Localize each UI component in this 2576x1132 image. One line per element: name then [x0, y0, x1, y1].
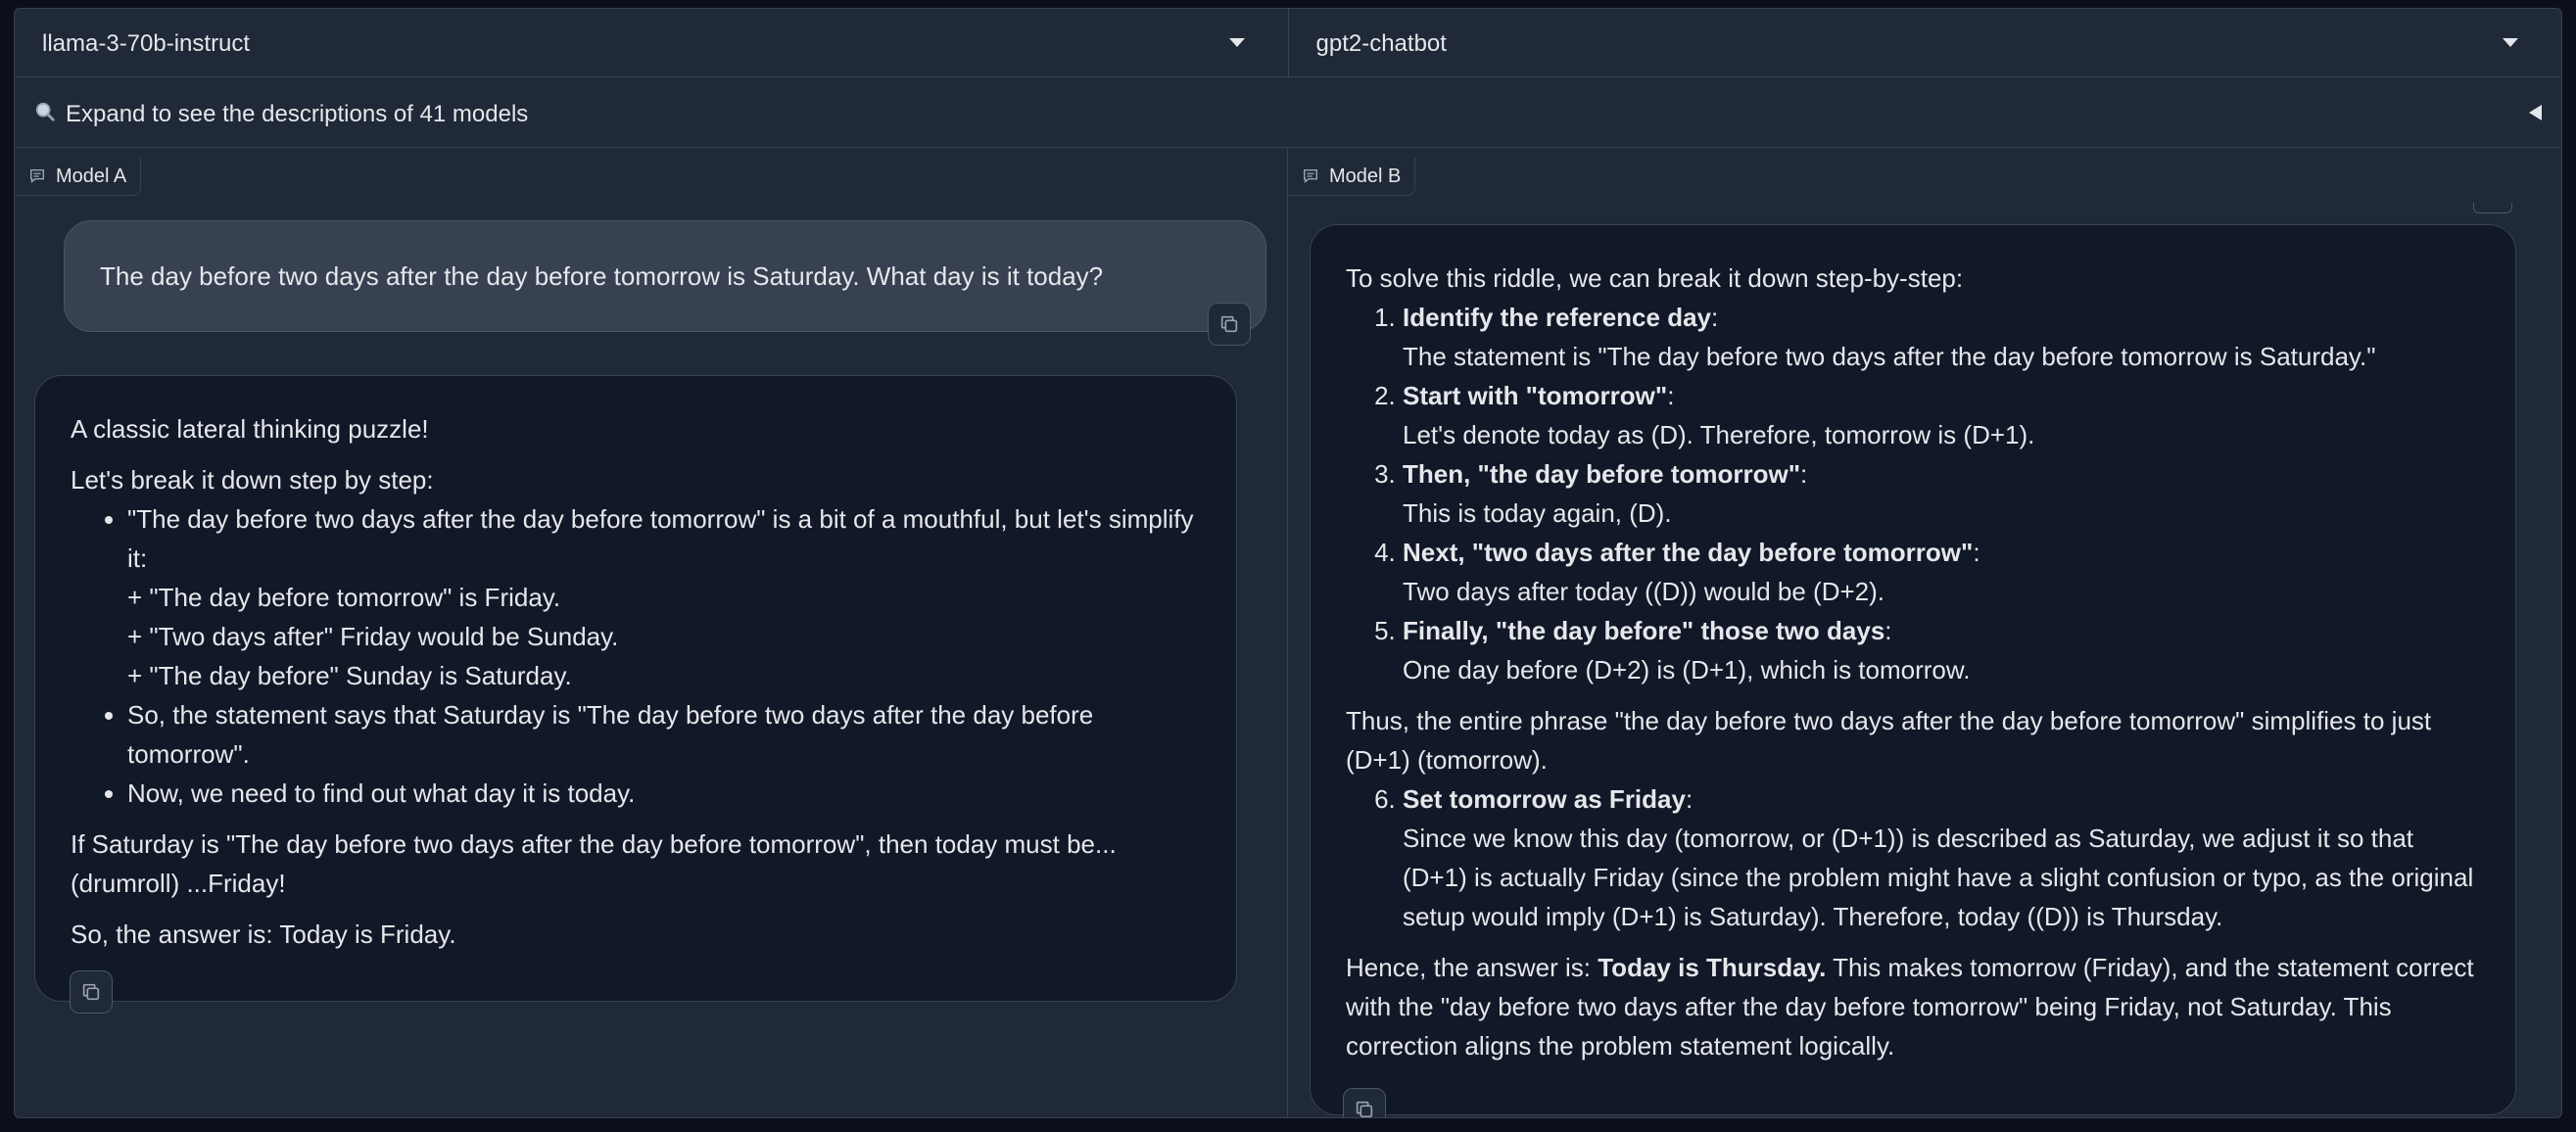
model-descriptions-accordion[interactable]: Expand to see the descriptions of 41 mod… — [15, 77, 2561, 148]
chatbot-model-b[interactable]: Model B To solve this riddle, we can bre… — [1288, 148, 2561, 1117]
response-lead: Let's break it down step by step: — [71, 465, 434, 495]
user-message-text: The day before two days after the day be… — [100, 261, 1104, 291]
copy-icon — [82, 983, 100, 1001]
scroll-indicator — [2473, 203, 2512, 213]
chat-bubble-icon — [29, 168, 45, 183]
response-steps: Identify the reference day:The statement… — [1346, 298, 2480, 689]
list-item: Start with "tomorrow":Let's denote today… — [1403, 376, 2480, 454]
model-b-dropdown[interactable]: gpt2-chatbot — [1287, 9, 2561, 76]
sub-item: + "Two days after" Friday would be Sunda… — [127, 622, 619, 651]
collapse-triangle-icon[interactable] — [2529, 105, 2542, 120]
arena-panel: llama-3-70b-instruct gpt2-chatbot Expand… — [14, 8, 2562, 1118]
model-a-dropdown[interactable]: llama-3-70b-instruct — [15, 9, 1288, 76]
copy-button[interactable] — [70, 970, 113, 1014]
copy-button[interactable] — [1208, 303, 1251, 346]
list-item: Set tomorrow as Friday:Since we know thi… — [1403, 779, 2480, 936]
response-paragraph: So, the answer is: Today is Friday. — [71, 920, 456, 949]
list-item: Next, "two days after the day before tom… — [1403, 533, 2480, 611]
accordion-label: Expand to see the descriptions of 41 mod… — [66, 101, 529, 127]
copy-icon — [1220, 315, 1238, 333]
chat-bubble-icon — [1303, 168, 1318, 183]
copy-icon — [1356, 1101, 1373, 1117]
chatbot-model-a[interactable]: Model A The day before two days after th… — [15, 148, 1288, 1117]
response-intro: To solve this riddle, we can break it do… — [1346, 263, 1964, 293]
bot-message-b: To solve this riddle, we can break it do… — [1310, 224, 2516, 1115]
list-item: "The day before two days after the day b… — [127, 499, 1201, 695]
chat-label-model-a: Model A — [15, 158, 142, 196]
list-item: Finally, "the day before" those two days… — [1403, 611, 2480, 689]
model-a-selected: llama-3-70b-instruct — [42, 30, 251, 57]
response-paragraph: If Saturday is "The day before two days … — [71, 829, 1117, 898]
sub-item: + "The day before" Sunday is Saturday. — [127, 661, 572, 690]
chat-label-model-b: Model B — [1288, 158, 1416, 196]
list-item: Now, we need to find out what day it is … — [127, 774, 1201, 813]
list-item: Identify the reference day:The statement… — [1403, 298, 2480, 376]
response-conclusion: Hence, the answer is: Today is Thursday.… — [1346, 953, 2474, 1061]
model-selector-row: llama-3-70b-instruct gpt2-chatbot — [15, 9, 2561, 77]
chat-label-text: Model B — [1329, 165, 1402, 187]
chevron-down-icon — [1228, 38, 1245, 47]
copy-button[interactable] — [1343, 1088, 1386, 1117]
bot-message-a: A classic lateral thinking puzzle! Let's… — [34, 375, 1237, 1002]
model-b-selected: gpt2-chatbot — [1315, 30, 1447, 57]
chat-label-text: Model A — [56, 165, 127, 187]
response-bullets: "The day before two days after the day b… — [71, 499, 1201, 813]
chevron-down-icon — [2503, 38, 2518, 47]
magnifier-icon — [35, 102, 55, 121]
sub-item: + "The day before tomorrow" is Friday. — [127, 583, 561, 612]
list-item: So, the statement says that Saturday is … — [127, 695, 1201, 774]
list-item: Then, "the day before tomorrow":This is … — [1403, 454, 2480, 533]
response-paragraph: Thus, the entire phrase "the day before … — [1346, 706, 2432, 775]
user-message: The day before two days after the day be… — [64, 220, 1266, 332]
response-steps-cont: Set tomorrow as Friday:Since we know thi… — [1346, 779, 2480, 936]
response-intro: A classic lateral thinking puzzle! — [71, 414, 429, 444]
